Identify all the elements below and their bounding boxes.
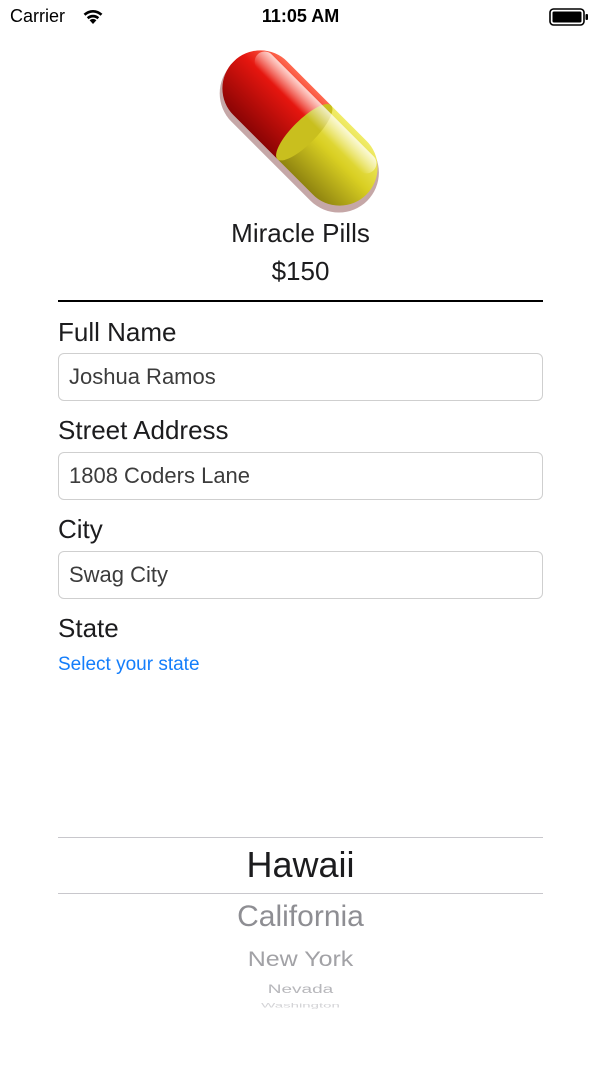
picker-selection-bottom-line — [58, 893, 543, 894]
street-address-field[interactable] — [58, 452, 543, 500]
city-field[interactable] — [58, 551, 543, 599]
picker-option[interactable]: Washington — [58, 1002, 543, 1009]
picker-option[interactable]: New York — [58, 947, 543, 972]
picker-option[interactable]: Nevada — [58, 983, 543, 997]
battery-icon — [549, 8, 588, 26]
picker-selected-option[interactable]: Hawaii — [58, 844, 543, 886]
street-address-label: Street Address — [58, 415, 229, 445]
picker-selection-top-line — [58, 837, 543, 838]
picker-option[interactable]: California — [58, 900, 543, 934]
full-name-label: Full Name — [58, 317, 177, 347]
full-name-field[interactable] — [58, 353, 543, 401]
status-time: 11:05 AM — [261, 6, 340, 26]
product-name: Miracle Pills — [231, 218, 370, 248]
city-label: City — [58, 514, 103, 544]
status-bar: Carrier 11:05 AM — [0, 0, 601, 34]
select-state-link[interactable]: Select your state — [58, 654, 200, 676]
pill-icon — [214, 42, 386, 214]
state-label: State — [58, 613, 119, 643]
state-picker[interactable]: Hawaii California New York Nevada Washin… — [58, 780, 543, 1010]
product-price: $150 — [271, 256, 330, 286]
header-divider — [58, 300, 543, 302]
